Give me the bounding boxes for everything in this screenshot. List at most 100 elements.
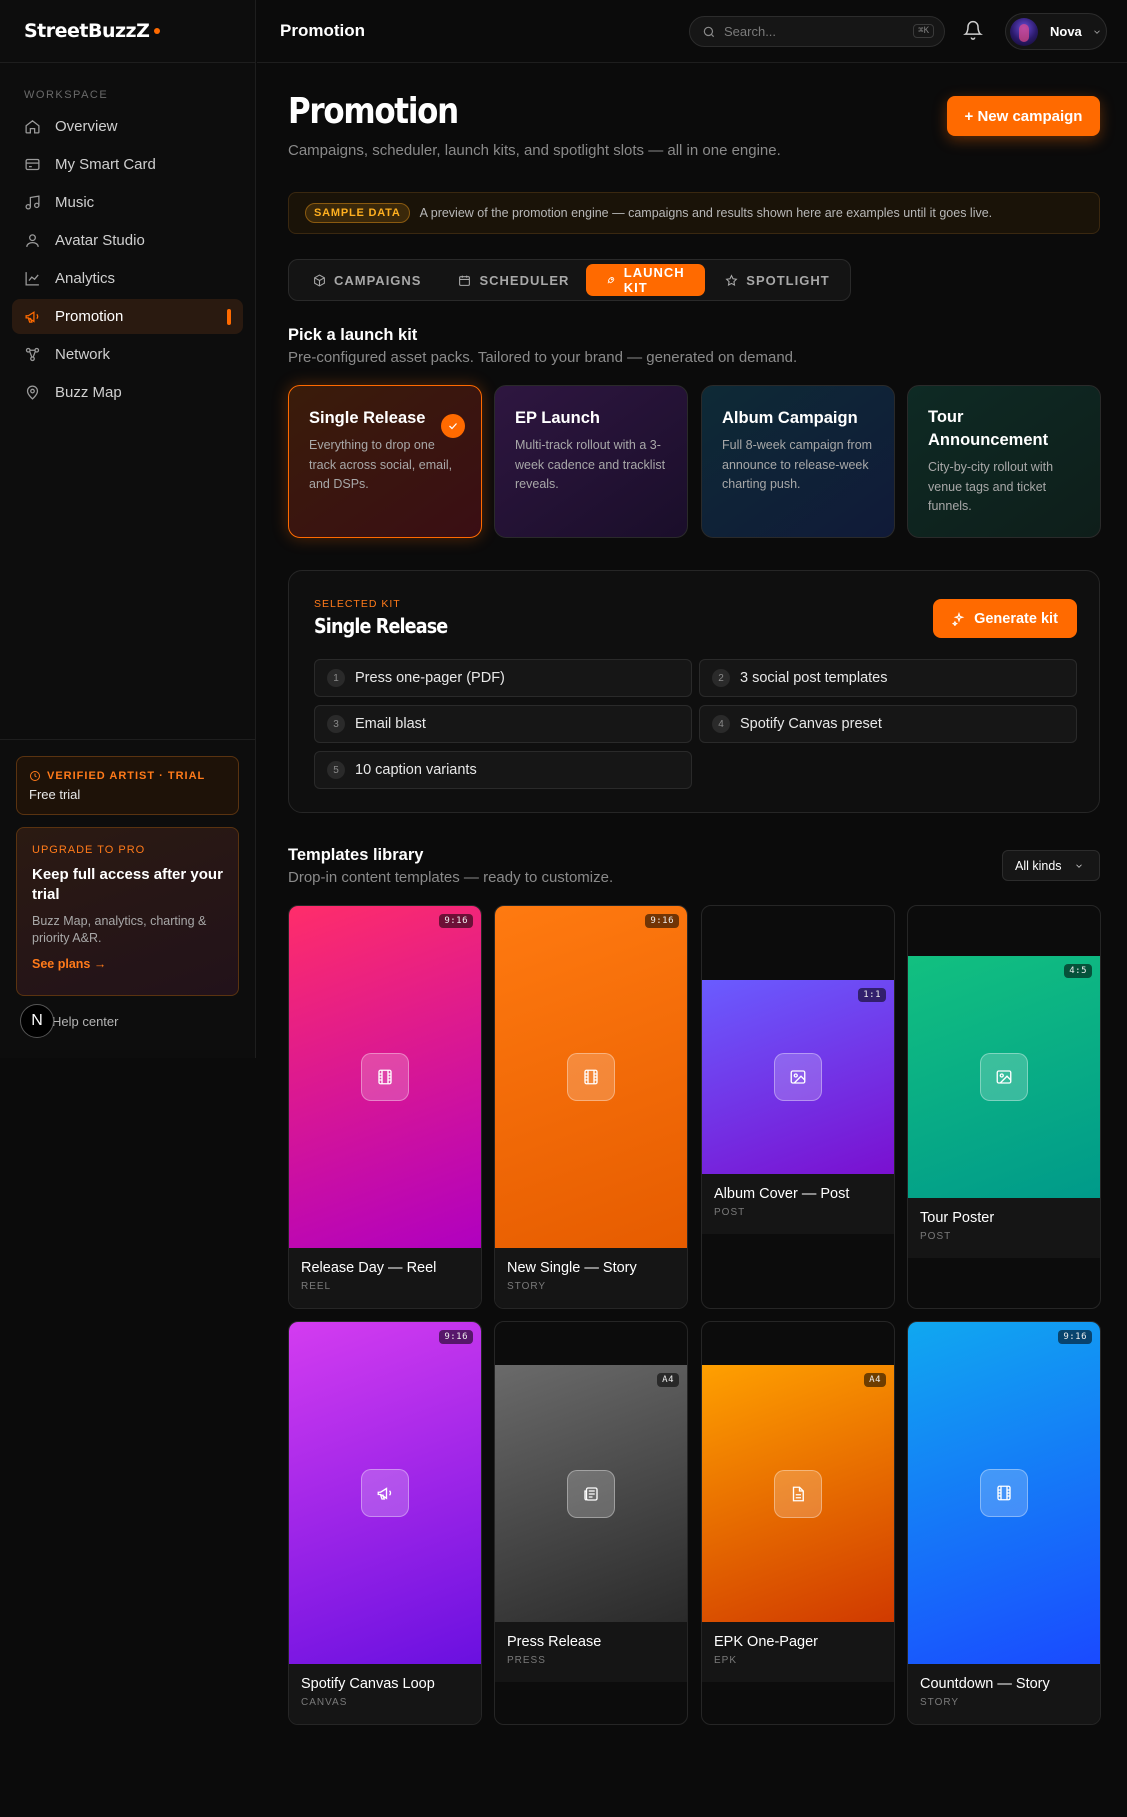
kit-card-tour-announcement[interactable]: Tour Announcement City-by-city rollout w… <box>907 385 1101 538</box>
kit-card-album-campaign[interactable]: Album Campaign Full 8-week campaign from… <box>701 385 895 538</box>
brand-logo[interactable]: StreetBuzzZ <box>24 20 150 42</box>
asset-number: 2 <box>712 669 730 687</box>
kit-card-single-release[interactable]: Single Release Everything to drop one tr… <box>288 385 482 538</box>
kit-description: Full 8-week campaign from announce to re… <box>722 438 873 491</box>
template-card[interactable]: 9:16 Spotify Canvas Loop CANVAS <box>288 1321 482 1725</box>
workspace-label: WORKSPACE <box>24 89 109 101</box>
template-meta: EPK One-Pager EPK <box>702 1622 894 1682</box>
page-title: Promotion <box>288 91 459 132</box>
trial-subtitle: Free trial <box>29 787 81 802</box>
kind-filter-select[interactable]: All kinds <box>1002 850 1100 881</box>
aspect-ratio-badge: A4 <box>864 1373 886 1387</box>
star-icon <box>725 273 738 286</box>
sample-data-banner: SAMPLE DATA A preview of the promotion e… <box>288 192 1100 234</box>
page-subtitle: Campaigns, scheduler, launch kits, and s… <box>288 142 781 159</box>
see-plans-link[interactable]: See plans → <box>32 957 223 971</box>
sidebar-item-promotion[interactable]: Promotion <box>12 299 243 334</box>
kit-asset-item: 4 Spotify Canvas preset <box>699 705 1077 743</box>
tab-label: LAUNCH KIT <box>623 265 685 295</box>
template-kind: CANVAS <box>301 1697 348 1708</box>
template-meta: New Single — Story STORY <box>495 1248 687 1308</box>
template-card[interactable]: 9:16 New Single — Story STORY <box>494 905 688 1309</box>
tab-campaigns[interactable]: CAMPAIGNS <box>293 264 438 296</box>
sidebar-item-label: Analytics <box>55 270 116 287</box>
template-kind: POST <box>714 1207 746 1218</box>
upgrade-description: Buzz Map, analytics, charting & priority… <box>32 914 207 945</box>
template-preview: 9:16 <box>289 906 481 1248</box>
kit-card-ep-launch[interactable]: EP Launch Multi-track rollout with a 3-w… <box>494 385 688 538</box>
sidebar-item-label: Avatar Studio <box>55 232 145 249</box>
aspect-ratio-badge: A4 <box>657 1373 679 1387</box>
card-icon <box>25 158 40 171</box>
upgrade-card: UPGRADE TO PRO Keep full access after yo… <box>16 827 239 996</box>
template-meta: Countdown — Story STORY <box>908 1664 1100 1724</box>
asset-number: 1 <box>327 669 345 687</box>
kit-asset-item: 3 Email blast <box>314 705 692 743</box>
template-name: Spotify Canvas Loop <box>301 1676 435 1692</box>
generate-kit-button[interactable]: Generate kit <box>933 599 1077 638</box>
asset-number: 3 <box>327 715 345 733</box>
kit-asset-item: 2 3 social post templates <box>699 659 1077 697</box>
bell-icon <box>963 20 983 40</box>
template-card[interactable]: A4 EPK One-Pager EPK <box>701 1321 895 1725</box>
aspect-ratio-badge: 9:16 <box>645 914 679 928</box>
avatar <box>1010 17 1038 46</box>
search-placeholder: Search... <box>724 24 777 39</box>
asset-label: 3 social post templates <box>740 670 888 686</box>
template-card[interactable]: 4:5 Tour Poster POST <box>907 905 1101 1309</box>
user-menu[interactable]: Nova <box>1005 13 1107 50</box>
document-icon <box>774 1469 822 1518</box>
sidebar-item-music[interactable]: Music <box>12 185 243 220</box>
sidebar-item-overview[interactable]: Overview <box>12 109 243 144</box>
help-center-link[interactable]: N Help center <box>20 1004 118 1038</box>
aspect-ratio-badge: 9:16 <box>439 914 473 928</box>
kit-description: Everything to drop one track across soci… <box>309 438 453 491</box>
sidebar-item-buzz-map[interactable]: Buzz Map <box>12 375 243 410</box>
megaphone-icon <box>361 1469 409 1517</box>
kit-asset-item: 5 10 caption variants <box>314 751 692 789</box>
network-icon <box>25 347 40 362</box>
kit-description: City-by-city rollout with venue tags and… <box>928 460 1054 513</box>
template-kind: EPK <box>714 1655 738 1666</box>
notifications-button[interactable] <box>963 20 985 42</box>
template-kind: REEL <box>301 1281 332 1292</box>
asset-label: Spotify Canvas preset <box>740 716 882 732</box>
template-card[interactable]: A4 Press Release PRESS <box>494 1321 688 1725</box>
sidebar-item-analytics[interactable]: Analytics <box>12 261 243 296</box>
template-name: Album Cover — Post <box>714 1186 850 1202</box>
template-name: Press Release <box>507 1634 602 1650</box>
kind-filter-value: All kinds <box>1015 858 1062 873</box>
trial-card[interactable]: VERIFIED ARTIST · TRIAL Free trial <box>16 756 239 815</box>
topbar-title: Promotion <box>280 21 365 40</box>
sidebar-item-avatar-studio[interactable]: Avatar Studio <box>12 223 243 258</box>
tab-scheduler[interactable]: SCHEDULER <box>438 264 586 296</box>
new-campaign-button[interactable]: + New campaign <box>947 96 1100 136</box>
sidebar-item-smart-card[interactable]: My Smart Card <box>12 147 243 182</box>
template-preview: 9:16 <box>495 906 687 1248</box>
upgrade-title: Keep full access after your trial <box>32 866 223 903</box>
asset-label: 10 caption variants <box>355 762 477 778</box>
sample-data-text: A preview of the promotion engine — camp… <box>419 206 993 220</box>
sidebar-item-label: Network <box>55 346 111 363</box>
aspect-ratio-badge: 4:5 <box>1064 964 1092 978</box>
template-preview: 9:16 <box>289 1322 481 1664</box>
cube-icon <box>314 273 325 287</box>
kit-description: Multi-track rollout with a 3-week cadenc… <box>515 438 666 491</box>
template-card[interactable]: 9:16 Release Day — Reel REEL <box>288 905 482 1309</box>
selected-kit-title: Single Release <box>314 614 448 638</box>
tab-spotlight[interactable]: SPOTLIGHT <box>705 264 846 296</box>
generate-kit-label: Generate kit <box>974 610 1058 627</box>
template-kind: STORY <box>920 1697 960 1708</box>
image-icon <box>774 1053 822 1101</box>
template-card[interactable]: 9:16 Countdown — Story STORY <box>907 1321 1101 1725</box>
sidebar-item-network[interactable]: Network <box>12 337 243 372</box>
chevron-down-icon <box>1094 29 1100 34</box>
tab-launch-kit[interactable]: LAUNCH KIT <box>586 264 706 296</box>
template-meta: Press Release PRESS <box>495 1622 687 1682</box>
template-card[interactable]: 1:1 Album Cover — Post POST <box>701 905 895 1309</box>
home-icon <box>25 120 40 134</box>
user-icon <box>26 234 39 247</box>
map-pin-icon <box>26 385 39 400</box>
template-kind: PRESS <box>507 1655 546 1666</box>
search-input[interactable]: Search... ⌘K <box>689 16 945 47</box>
